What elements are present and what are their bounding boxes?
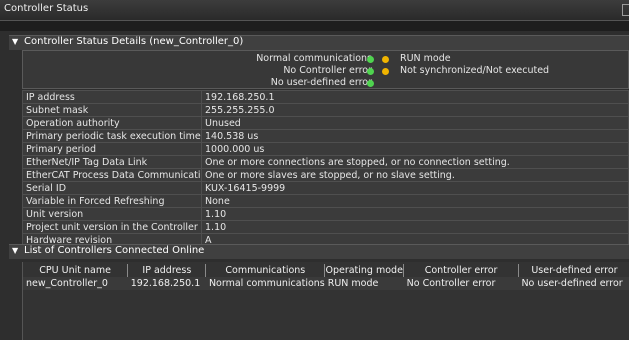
property-key: Variable in Forced Refreshing bbox=[22, 194, 202, 208]
property-key: Subnet mask bbox=[22, 103, 202, 117]
controller-error-dot-icon bbox=[367, 68, 374, 75]
property-value: 192.168.250.1 bbox=[201, 90, 629, 104]
table-row: Subnet mask 255.255.255.0 bbox=[22, 103, 629, 117]
status-indicator-panel: Normal communications No Controller erro… bbox=[22, 50, 629, 89]
property-value: 1.10 bbox=[201, 220, 629, 234]
controller-properties-table: IP address 192.168.250.1 Subnet mask 255.2… bbox=[22, 90, 629, 247]
table-row: EtherCAT Process Data Communications One … bbox=[22, 168, 629, 182]
property-key: Operation authority bbox=[22, 116, 202, 130]
toolbar-strip bbox=[0, 21, 629, 31]
property-value: None bbox=[201, 194, 629, 208]
cell-user-defined-error: No user-defined error bbox=[518, 277, 629, 290]
table-row: Unit version 1.10 bbox=[22, 207, 629, 221]
collapse-arrow-icon[interactable]: ▼ bbox=[12, 246, 18, 255]
collapse-arrow-icon[interactable]: ▼ bbox=[12, 37, 18, 46]
indicator-label-communications: Normal communications bbox=[256, 53, 372, 64]
property-value: 140.538 us bbox=[201, 129, 629, 143]
cell-communications: Normal communications bbox=[205, 277, 325, 290]
property-key: EtherCAT Process Data Communications bbox=[22, 168, 202, 182]
property-value: One or more connections are stopped, or … bbox=[201, 155, 629, 169]
controller-status-window: Controller Status ▼ Controller Status De… bbox=[0, 0, 629, 340]
table-row: Primary period 1000.000 us bbox=[22, 142, 629, 156]
communications-status-dot-icon bbox=[367, 56, 374, 63]
online-controllers-header[interactable]: ▼ List of Controllers Connected Online bbox=[9, 244, 629, 259]
property-key: Primary periodic task execution time bbox=[22, 129, 202, 143]
table-row: Variable in Forced Refreshing None bbox=[22, 194, 629, 208]
sync-status-dot-icon bbox=[382, 68, 389, 75]
table-row[interactable]: new_Controller_0 192.168.250.1 Normal co… bbox=[23, 277, 629, 290]
property-key: Unit version bbox=[22, 207, 202, 221]
indicator-label-controller-error: No Controller error bbox=[283, 65, 372, 76]
property-key: Project unit version in the Controller bbox=[22, 220, 202, 234]
indicator-label-user-error: No user-defined error bbox=[270, 77, 372, 88]
property-key: Serial ID bbox=[22, 181, 202, 195]
window-title: Controller Status bbox=[4, 3, 89, 14]
status-details-header[interactable]: ▼ Controller Status Details (new_Control… bbox=[9, 35, 629, 50]
user-error-dot-icon bbox=[367, 80, 374, 87]
property-value: 1.10 bbox=[201, 207, 629, 221]
table-row: EtherNet/IP Tag Data Link One or more con… bbox=[22, 155, 629, 169]
property-value: Unused bbox=[201, 116, 629, 130]
column-header-ip-address[interactable]: IP address bbox=[127, 264, 207, 277]
property-value: KUX-16415-9999 bbox=[201, 181, 629, 195]
table-row: IP address 192.168.250.1 bbox=[22, 90, 629, 104]
table-row: Primary periodic task execution time 140.… bbox=[22, 129, 629, 143]
table-row: Project unit version in the Controller 1.… bbox=[22, 220, 629, 234]
table-row: Serial ID KUX-16415-9999 bbox=[22, 181, 629, 195]
mode-label-sync: Not synchronized/Not executed bbox=[400, 65, 550, 76]
run-mode-dot-icon bbox=[382, 56, 389, 63]
cell-cpu-unit-name: new_Controller_0 bbox=[23, 277, 128, 290]
online-controllers-table: CPU Unit name IP address Communications … bbox=[23, 264, 629, 290]
property-value: One or more slaves are stopped, or no sl… bbox=[201, 168, 629, 182]
column-header-communications[interactable]: Communications bbox=[205, 264, 326, 277]
cell-operating-mode: RUN mode bbox=[324, 277, 404, 290]
property-key: EtherNet/IP Tag Data Link bbox=[22, 155, 202, 169]
column-header-cpu-unit-name[interactable]: CPU Unit name bbox=[23, 264, 129, 277]
cell-controller-error: No Controller error bbox=[403, 277, 519, 290]
title-bar: Controller Status bbox=[0, 0, 629, 21]
column-header-user-defined-error[interactable]: User-defined error bbox=[518, 264, 629, 277]
property-key: Primary period bbox=[22, 142, 202, 156]
table-row: Operation authority Unused bbox=[22, 116, 629, 130]
column-header-operating-mode[interactable]: Operating mode bbox=[324, 264, 405, 277]
property-key: IP address bbox=[22, 90, 202, 104]
property-value: 255.255.255.0 bbox=[201, 103, 629, 117]
pane-edge-button[interactable] bbox=[622, 4, 629, 16]
online-controllers-title: List of Controllers Connected Online bbox=[24, 245, 205, 256]
online-controllers-panel: CPU Unit name IP address Communications … bbox=[22, 262, 629, 340]
status-details-title: Controller Status Details (new_Controlle… bbox=[24, 36, 244, 47]
property-value: 1000.000 us bbox=[201, 142, 629, 156]
mode-label-run: RUN mode bbox=[400, 53, 451, 64]
cell-ip-address: 192.168.250.1 bbox=[127, 277, 206, 290]
column-header-controller-error[interactable]: Controller error bbox=[403, 264, 519, 277]
